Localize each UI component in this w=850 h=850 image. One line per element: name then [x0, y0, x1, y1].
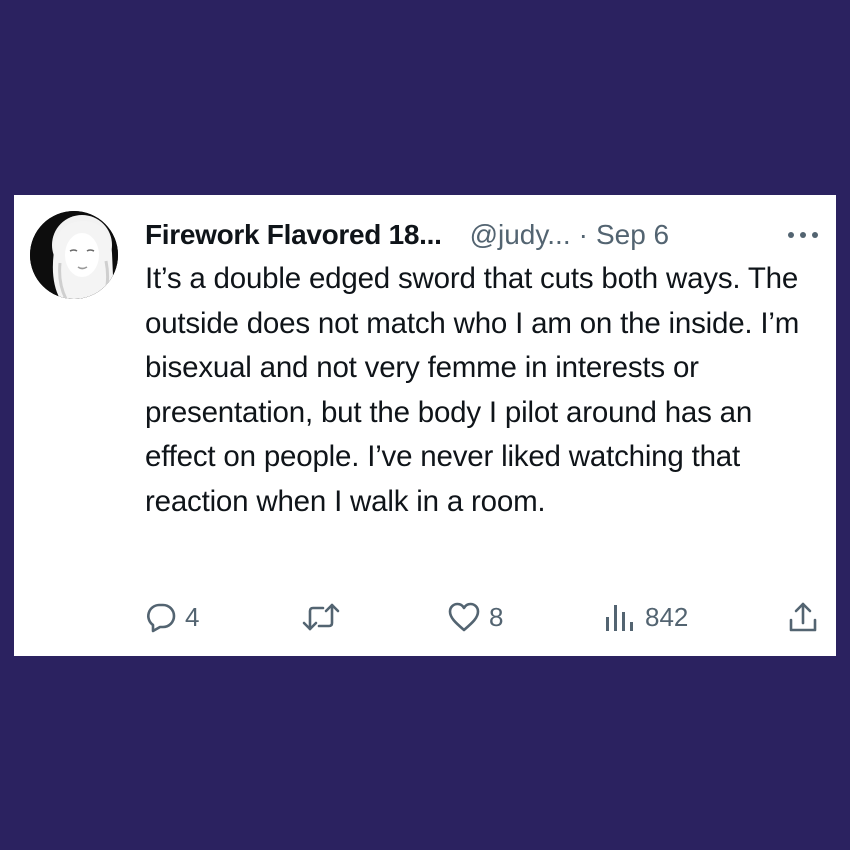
- retweet-button[interactable]: [301, 595, 349, 639]
- action-bar: 4 8 842: [145, 595, 817, 639]
- share-icon: [787, 600, 819, 634]
- retweet-icon: [301, 601, 341, 633]
- separator-dot: ·: [578, 219, 588, 250]
- reply-icon: [145, 601, 177, 633]
- views-chart-icon: [603, 600, 637, 634]
- more-horizontal-icon[interactable]: [786, 225, 820, 245]
- share-button[interactable]: [787, 595, 819, 639]
- tweet-date[interactable]: Sep 6: [596, 219, 669, 251]
- user-handle[interactable]: @judy...: [470, 219, 571, 251]
- avatar-image: [30, 211, 118, 299]
- like-button[interactable]: 8: [447, 595, 503, 639]
- views-count: 842: [645, 601, 689, 632]
- reply-button[interactable]: 4: [145, 595, 199, 639]
- avatar[interactable]: [30, 211, 118, 299]
- like-count: 8: [489, 601, 504, 632]
- heart-icon: [447, 601, 481, 633]
- reply-count: 4: [185, 601, 200, 632]
- tweet-header: Firework Flavored 18... @judy... · Sep 6: [145, 213, 820, 257]
- tweet-text: It’s a double edged sword that cuts both…: [145, 262, 800, 518]
- tweet-card[interactable]: Firework Flavored 18... @judy... · Sep 6…: [14, 195, 836, 656]
- views-button[interactable]: 842: [603, 595, 688, 639]
- display-name[interactable]: Firework Flavored 18...: [145, 219, 442, 251]
